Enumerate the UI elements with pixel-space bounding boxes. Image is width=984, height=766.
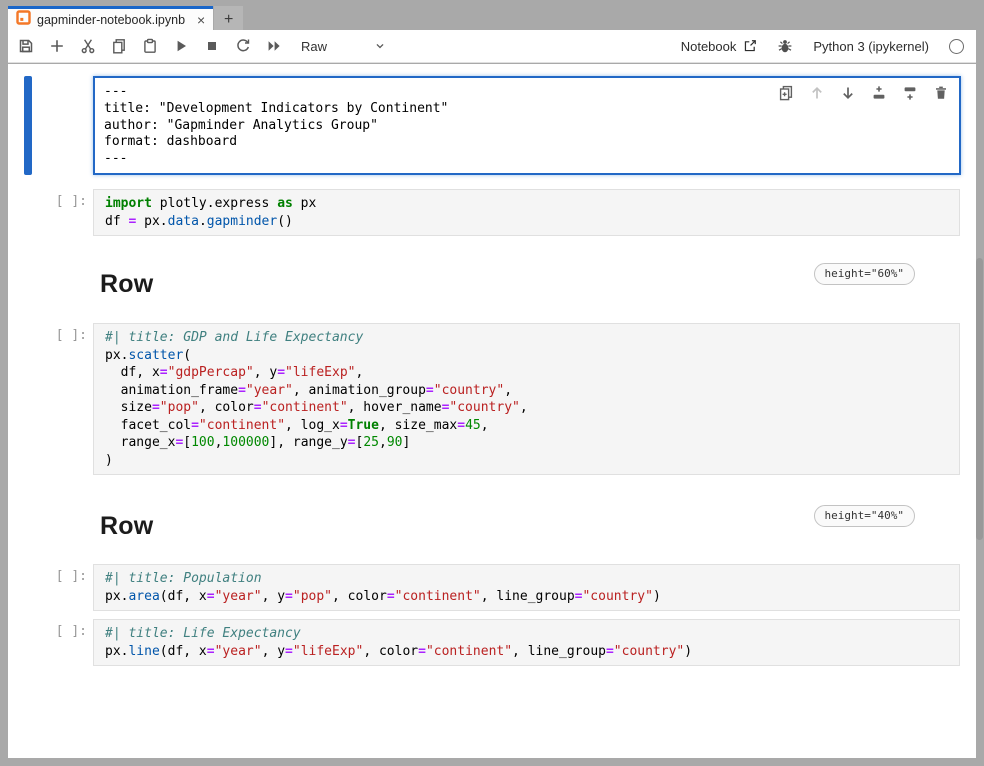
notebook-tools-label: Notebook [681,39,737,54]
chevron-down-icon [373,39,387,53]
scrollbar-thumb[interactable] [976,258,983,540]
insert-cell-below-icon[interactable] [902,85,918,101]
code-cell-imports[interactable]: import plotly.express as pxdf = px.data.… [93,189,960,236]
external-link-icon [743,39,757,53]
move-cell-down-icon[interactable] [840,85,856,101]
code-cell-area[interactable]: #| title: Populationpx.area(df, x="year"… [93,564,960,611]
notebook-toolbar: Raw Notebook Python 3 (ipykernel) [8,30,976,63]
notebook-file-icon [16,10,31,30]
run-button[interactable] [169,34,193,58]
notebook-content: ---title: "Development Indicators by Con… [8,64,976,758]
cell-prompt: [ ]: [8,624,87,639]
cell-metadata-badge-row2: height="40%" [814,505,915,527]
raw-cell-frontmatter[interactable]: ---title: "Development Indicators by Con… [93,76,961,175]
code-cell-line[interactable]: #| title: Life Expectancypx.line(df, x="… [93,619,960,666]
insert-cell-above-icon[interactable] [871,85,887,101]
tab-bar: gapminder-notebook.ipynb × + [8,6,976,30]
cell-metadata-badge-row1: height="60%" [814,263,915,285]
app-window: gapminder-notebook.ipynb × + [0,0,984,766]
kernel-name[interactable]: Python 3 (ipykernel) [813,39,929,54]
cell-type-dropdown[interactable]: Raw [301,39,387,54]
move-cell-up-icon[interactable] [809,85,825,101]
cell-toolbar [778,85,949,101]
code-cell-scatter[interactable]: #| title: GDP and Life Expectancypx.scat… [93,323,960,475]
tab-title: gapminder-notebook.ipynb [37,13,185,27]
restart-kernel-button[interactable] [231,34,255,58]
markdown-heading-row2[interactable]: Row [100,511,153,541]
interrupt-kernel-button[interactable] [200,34,224,58]
cell-prompt: [ ]: [8,194,87,209]
duplicate-cell-icon[interactable] [778,85,794,101]
cell-prompt: [ ]: [8,328,87,343]
insert-cell-button[interactable] [45,34,69,58]
debugger-bug-icon[interactable] [777,38,793,54]
close-tab-icon[interactable]: × [197,13,205,27]
cell-type-value: Raw [301,39,327,54]
kernel-status-icon[interactable] [949,39,964,54]
run-all-button[interactable] [262,34,286,58]
save-button[interactable] [14,34,38,58]
notebook-tools-link[interactable]: Notebook [681,39,758,54]
toolbar-right: Notebook Python 3 (ipykernel) [681,38,964,54]
selected-cell-collapser[interactable] [24,76,32,175]
cell-prompt: [ ]: [8,569,87,584]
paste-cells-button[interactable] [138,34,162,58]
copy-cells-button[interactable] [107,34,131,58]
markdown-heading-row1[interactable]: Row [100,269,153,299]
tab-notebook[interactable]: gapminder-notebook.ipynb × [8,6,213,30]
cut-cells-button[interactable] [76,34,100,58]
delete-cell-icon[interactable] [933,85,949,101]
new-tab-button[interactable]: + [214,6,243,30]
